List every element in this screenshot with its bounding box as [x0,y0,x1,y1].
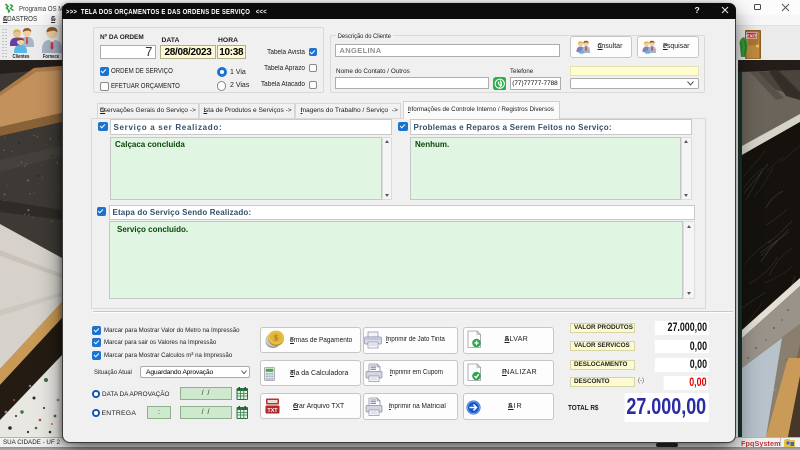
svg-text:EXIT: EXIT [746,34,756,39]
svg-text:$: $ [274,334,278,343]
svg-text:TXT: TXT [267,408,278,414]
